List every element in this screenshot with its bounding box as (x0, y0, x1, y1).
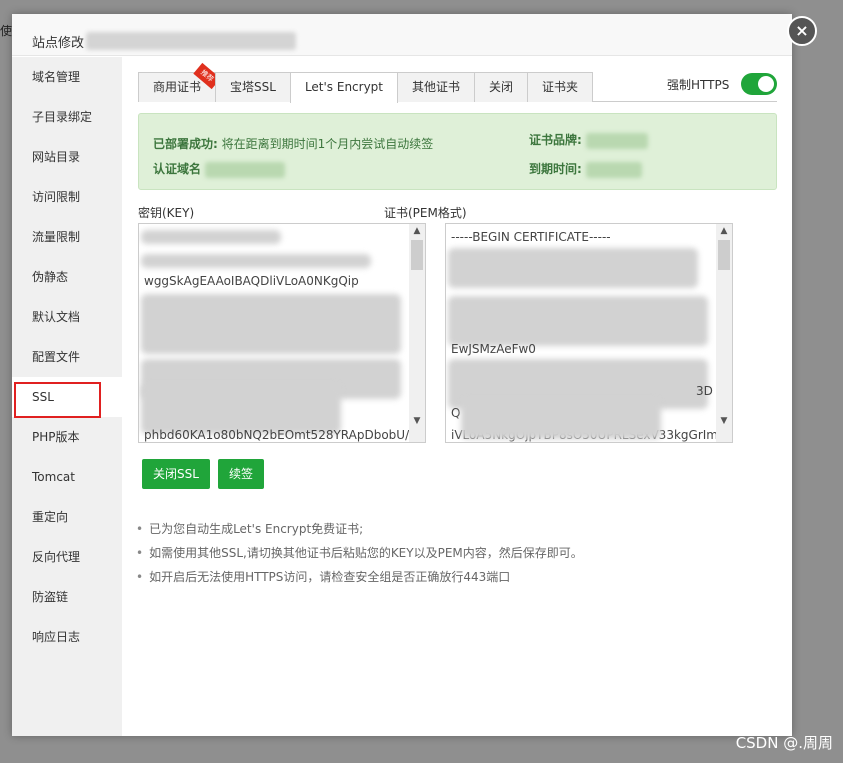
deployed-text: 将在距离到期时间1个月内尝试自动续签 (221, 137, 434, 151)
note-item: 如需使用其他SSL,请切换其他证书后粘贴您的KEY以及PEM内容，然后保存即可。 (136, 541, 583, 565)
key-textarea[interactable]: wggSkAgEAAoIBAQDliVLoA0NKgQip phbd60KA1o… (138, 223, 426, 443)
sidebar-item-12[interactable]: 反向代理 (12, 537, 122, 577)
brand-label: 证书品牌: (529, 133, 582, 147)
sidebar-item-13[interactable]: 防盗链 (12, 577, 122, 617)
sidebar-item-7[interactable]: 配置文件 (12, 337, 122, 377)
key-scrollbar[interactable]: ▲ ▼ (409, 224, 425, 442)
sidebar-item-10[interactable]: Tomcat (12, 457, 122, 497)
cert-textarea[interactable]: -----BEGIN CERTIFICATE----- EwJSMzAeFw0 … (445, 223, 733, 443)
redacted-expiry (585, 161, 642, 178)
force-https-label: 强制HTTPS (667, 78, 730, 92)
tab-commercial[interactable]: 商用证书 推荐 (138, 62, 221, 102)
sidebar-item-0[interactable]: 域名管理 (12, 57, 122, 97)
status-box: 已部署成功: 将在距离到期时间1个月内尝试自动续签 认证域名 证书品牌: 到期时… (138, 113, 777, 190)
sidebar-item-3[interactable]: 访问限制 (12, 177, 122, 217)
close-ssl-button[interactable]: 关闭SSL (142, 459, 210, 489)
note-item: 已为您自动生成Let's Encrypt免费证书; (136, 517, 583, 541)
sidebar-item-14[interactable]: 响应日志 (12, 617, 122, 657)
tab-label: 商用证书 (153, 80, 202, 94)
redacted-brand (585, 132, 648, 149)
sidebar-item-5[interactable]: 伪静态 (12, 257, 122, 297)
notes-list: 已为您自动生成Let's Encrypt免费证书; 如需使用其他SSL,请切换其… (136, 517, 583, 589)
renew-button[interactable]: 续签 (218, 459, 264, 489)
dialog-title: 站点修改 (32, 35, 85, 51)
note-item: 如开启后无法使用HTTPS访问，请检查安全组是否正确放行443端口 (136, 565, 583, 589)
tab-bt-ssl[interactable]: 宝塔SSL (215, 72, 291, 102)
cert-label: 证书(PEM格式) (384, 206, 467, 220)
highlight-box (14, 382, 101, 418)
deployed-label: 已部署成功: (153, 137, 218, 151)
sidebar-item-4[interactable]: 流量限制 (12, 217, 122, 257)
cert-scrollbar[interactable]: ▲ ▼ (716, 224, 732, 442)
close-icon[interactable]: × (787, 16, 817, 46)
sidebar-item-9[interactable]: PHP版本 (12, 417, 122, 457)
force-https-toggle[interactable] (741, 73, 777, 95)
sidebar: 响应日志 防盗链 反向代理 重定向 Tomcat PHP版本 SSL 配置文件 默认文档 伪静态流… (12, 57, 122, 736)
sidebar-item-2[interactable]: 网站目录 (12, 137, 122, 177)
sidebar-item-6[interactable]: 默认文档 (12, 297, 122, 337)
tab-cert-folder[interactable]: 证书夹 (527, 72, 594, 102)
tab-lets-encrypt[interactable]: Let's Encrypt (289, 72, 399, 103)
sidebar-item-11[interactable]: 重定向 (12, 497, 122, 537)
sidebar-item-1[interactable]: 子目录绑定 (12, 97, 122, 137)
tab-close[interactable]: 关闭 (474, 72, 529, 102)
key-label: 密钥(KEY) (138, 206, 195, 220)
dialog-header: 站点修改 (12, 14, 792, 56)
expiry-label: 到期时间: (529, 162, 582, 176)
redacted-site-name (86, 32, 297, 50)
watermark: CSDN @.周周 (735, 734, 833, 752)
domain-label: 认证域名 (153, 162, 202, 176)
redacted-domain (205, 161, 286, 178)
tab-other-cert[interactable]: 其他证书 (397, 72, 476, 102)
site-settings-dialog: 站点修改 × 响应日志 防盗链 反向代理 重定向 Tomcat PHP版本 SSL 配置文件默… (12, 14, 817, 736)
